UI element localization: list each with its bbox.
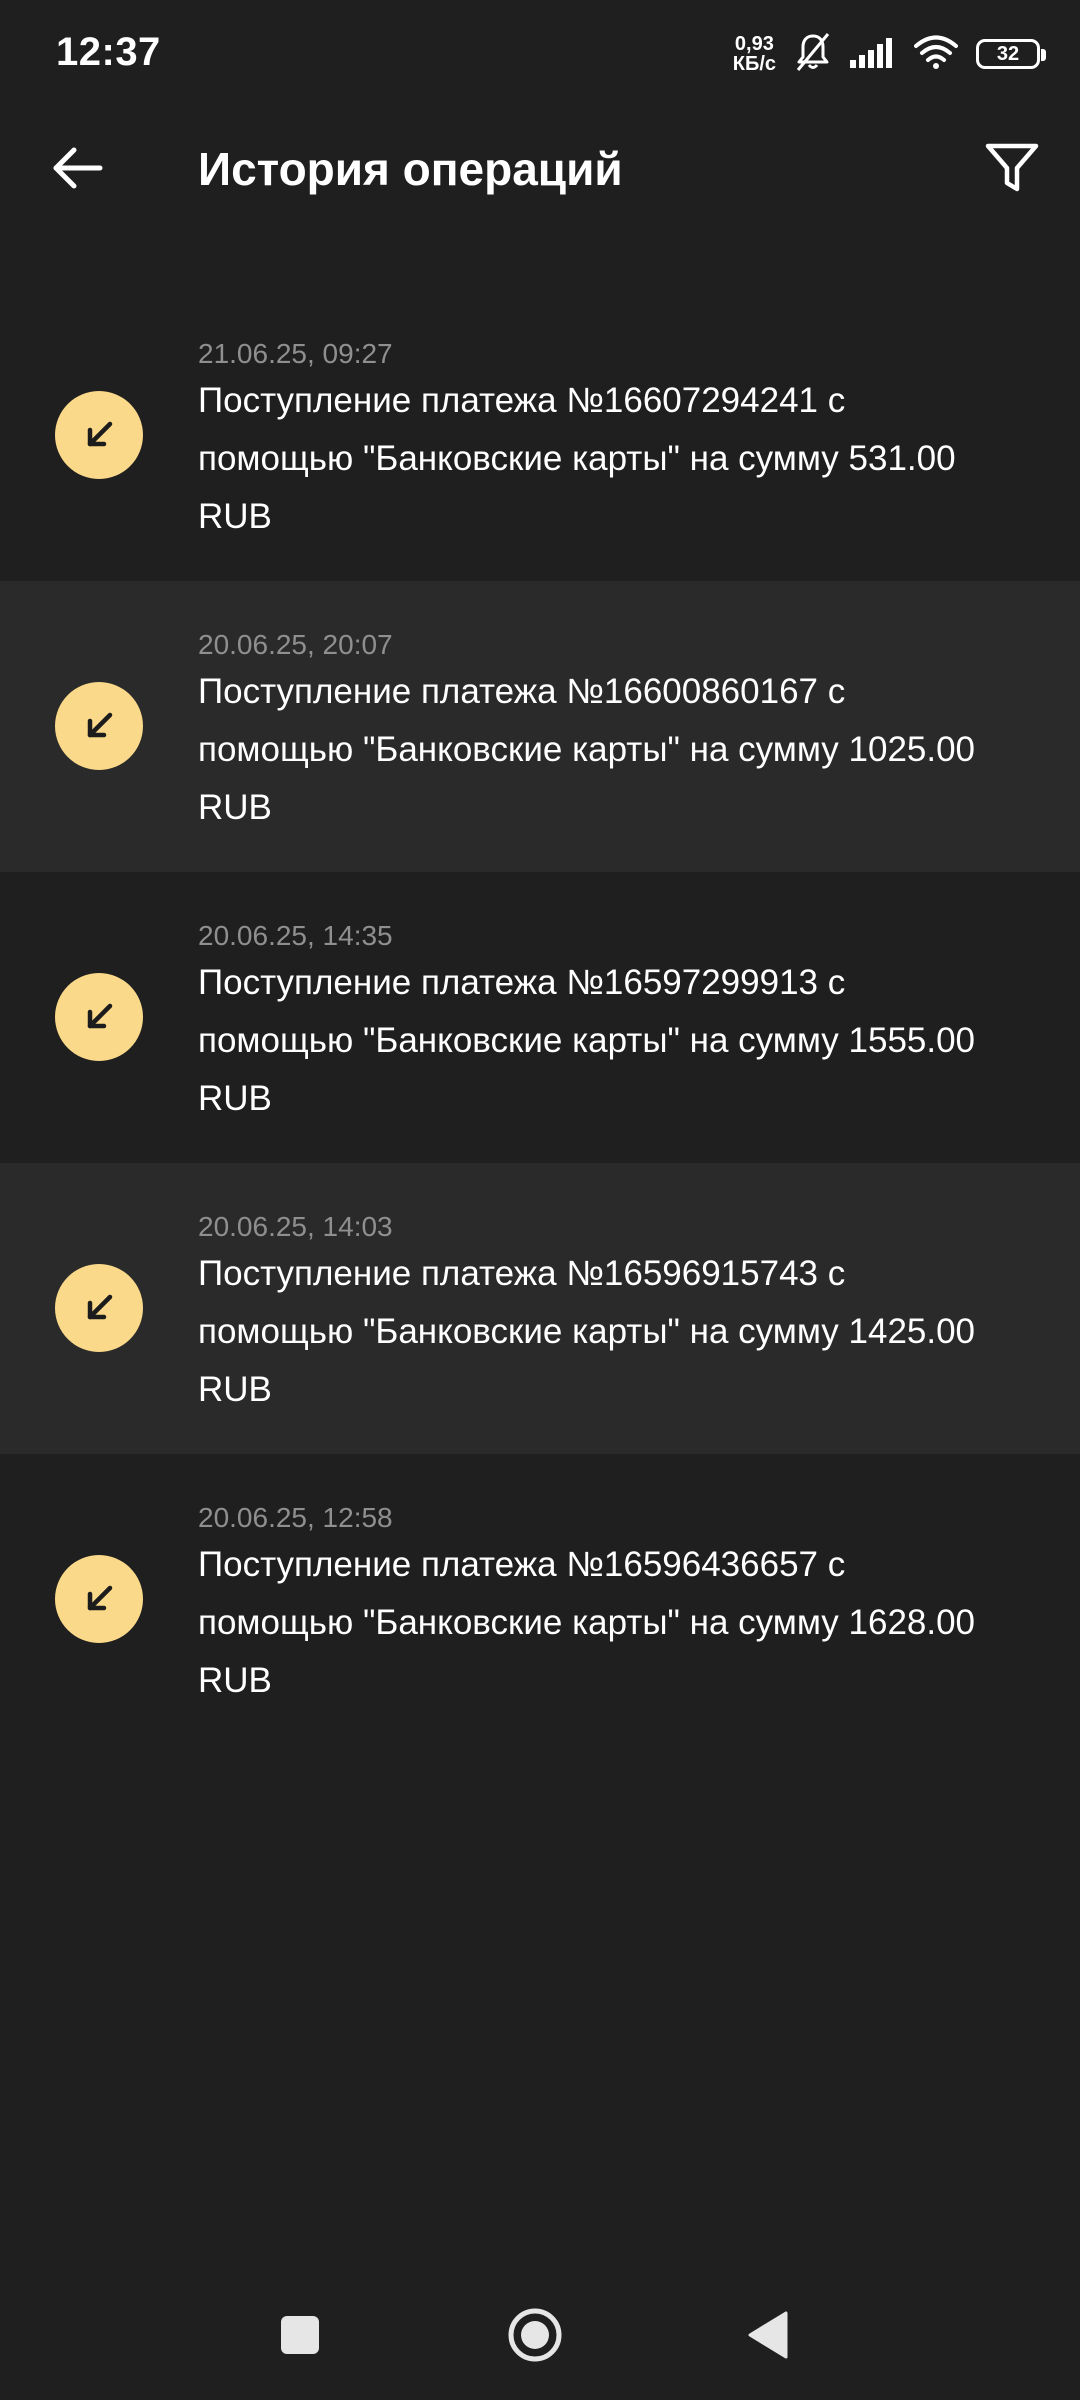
- signal-icon: [850, 36, 896, 73]
- triangle-icon: [746, 2310, 790, 2365]
- operation-text: 20.06.25, 20:07 Поступление платежа №166…: [198, 629, 998, 837]
- arrow-down-left-icon: [55, 1555, 143, 1643]
- operation-description: Поступление платежа №16607294241 с помощ…: [198, 381, 956, 536]
- status-icons: 0,93 КБ/с 32: [733, 30, 1046, 78]
- circle-icon: [506, 2306, 564, 2369]
- arrow-down-left-icon: [55, 391, 143, 479]
- app-header: История операций: [0, 110, 1080, 230]
- operation-text: 20.06.25, 14:35 Поступление платежа №165…: [198, 920, 998, 1128]
- operation-row[interactable]: 20.06.25, 20:07 Поступление платежа №166…: [0, 581, 1080, 872]
- filter-button[interactable]: [974, 132, 1050, 208]
- network-speed-unit: КБ/с: [732, 53, 776, 75]
- operation-row[interactable]: 20.06.25, 12:58 Поступление платежа №165…: [0, 1454, 1080, 1745]
- status-time: 12:37: [56, 30, 161, 74]
- operation-text: 21.06.25, 09:27 Поступление платежа №166…: [198, 338, 998, 546]
- system-navigation-bar: [0, 2280, 1080, 2390]
- page-title: История операций: [198, 143, 623, 195]
- operation-date: 20.06.25, 14:35: [198, 920, 393, 951]
- arrow-left-icon: [52, 146, 104, 195]
- arrow-down-left-icon: [55, 973, 143, 1061]
- operation-text: 20.06.25, 12:58 Поступление платежа №165…: [198, 1502, 998, 1710]
- operations-list: 21.06.25, 09:27 Поступление платежа №166…: [0, 290, 1080, 1745]
- status-bar: 12:37 0,93 КБ/с 32: [0, 0, 1080, 110]
- network-speed: 0,93 КБ/с: [733, 34, 776, 74]
- bell-muted-icon: [794, 32, 832, 77]
- operation-date: 20.06.25, 20:07: [198, 629, 393, 660]
- operation-date: 20.06.25, 12:58: [198, 1502, 393, 1533]
- home-button[interactable]: [503, 2305, 567, 2369]
- battery-icon: 32: [976, 39, 1046, 69]
- operation-row[interactable]: 20.06.25, 14:03 Поступление платежа №165…: [0, 1163, 1080, 1454]
- operation-description: Поступление платежа №16597299913 с помощ…: [198, 963, 976, 1118]
- square-icon: [280, 2315, 320, 2360]
- network-speed-value: 0,93: [734, 33, 774, 55]
- operation-text: 20.06.25, 14:03 Поступление платежа №165…: [198, 1211, 998, 1419]
- operation-date: 20.06.25, 14:03: [198, 1211, 393, 1242]
- operation-description: Поступление платежа №16596436657 с помощ…: [198, 1545, 976, 1700]
- operation-description: Поступление платежа №16600860167 с помощ…: [198, 672, 976, 827]
- arrow-down-left-icon: [55, 1264, 143, 1352]
- battery-level: 32: [996, 42, 1020, 65]
- wifi-icon: [914, 35, 958, 74]
- operation-row[interactable]: 21.06.25, 09:27 Поступление платежа №166…: [0, 290, 1080, 581]
- filter-icon: [985, 143, 1039, 198]
- operation-description: Поступление платежа №16596915743 с помощ…: [198, 1254, 976, 1409]
- arrow-down-left-icon: [55, 682, 143, 770]
- recents-button[interactable]: [268, 2305, 332, 2369]
- operation-date: 21.06.25, 09:27: [198, 338, 393, 369]
- nav-back-button[interactable]: [736, 2305, 800, 2369]
- back-button[interactable]: [40, 132, 116, 208]
- operation-row[interactable]: 20.06.25, 14:35 Поступление платежа №165…: [0, 872, 1080, 1163]
